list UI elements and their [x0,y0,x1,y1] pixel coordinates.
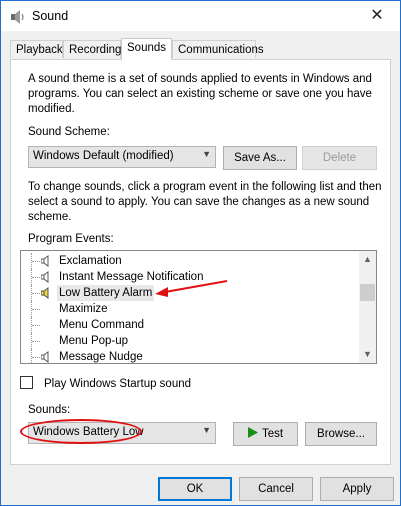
startup-sound-label: Play Windows Startup sound [44,378,192,390]
tree-line [32,309,40,310]
speaker-icon [11,10,24,24]
list-item[interactable]: Menu Pop-up [21,333,361,349]
tab-playback[interactable]: Playback [10,40,63,58]
list-item[interactable]: Message Nudge [21,349,361,363]
intro-text-line-1: A sound theme is a set of sounds applied… [28,73,372,85]
event-label: Menu Pop-up [59,335,129,347]
sounds-select[interactable]: Windows Battery Low ▼ [28,422,216,444]
save-as-button[interactable]: Save As... [223,146,297,170]
scrollbar-thumb[interactable] [360,284,375,301]
test-button-label: Test [261,428,284,440]
tab-recording[interactable]: Recording [63,40,121,58]
scroll-down-icon[interactable]: ▼ [359,346,376,363]
speaker-icon [41,287,49,299]
ok-button[interactable]: OK [158,477,232,501]
list-item[interactable]: Exclamation [21,253,361,269]
play-triangle-icon [247,427,258,438]
tab-communications[interactable]: Communications [172,40,264,58]
instructions-line-1: To change sounds, click a program event … [28,181,382,193]
event-label: Exclamation [59,255,122,267]
speaker-icon [41,351,49,363]
sounds-label: Sounds: [28,404,71,416]
intro-text-line-3: modified. [28,103,75,115]
event-label: Message Nudge [59,351,143,363]
intro-text-line-2: programs. You can select an existing sch… [28,88,372,100]
event-label: Menu Command [59,319,145,331]
sounds-value: Windows Battery Low [33,426,144,438]
sound-dialog: Sound ✕ Playback Recording Sounds Commun… [0,0,401,506]
instructions-line-3: scheme. [28,211,72,223]
startup-sound-checkbox[interactable] [20,376,33,389]
cancel-button[interactable]: Cancel [239,477,313,501]
list-item[interactable]: Maximize [21,301,361,317]
tree-line [32,293,40,294]
window-title: Sound [32,9,69,23]
speaker-icon [41,271,49,283]
tree-line [32,325,40,326]
annotation-arrow [155,280,228,297]
sound-scheme-value: Windows Default (modified) [33,150,174,162]
scroll-up-icon[interactable]: ▲ [359,251,376,268]
sound-scheme-label: Sound Scheme: [28,126,110,138]
tree-line [32,341,40,342]
program-events-scrollbar[interactable]: ▲ ▼ [359,251,376,363]
browse-button[interactable]: Browse... [305,422,377,446]
list-item[interactable]: Menu Command [21,317,361,333]
close-button[interactable]: ✕ [354,1,400,31]
event-label: Low Battery Alarm [57,285,155,301]
tree-line [32,357,40,358]
speaker-icon [41,255,49,267]
apply-button[interactable]: Apply [320,477,394,501]
delete-button[interactable]: Delete [302,146,377,170]
event-label: Maximize [59,303,108,315]
tree-line [32,277,40,278]
program-events-label: Program Events: [28,233,114,245]
test-button[interactable]: Test [233,422,298,446]
chevron-down-icon: ▼ [202,149,211,159]
tab-sounds[interactable]: Sounds [121,38,172,60]
sound-scheme-select[interactable]: Windows Default (modified) ▼ [28,146,216,168]
program-events-list[interactable]: Exclamation Instant Message Notification… [20,250,377,364]
instructions-line-2: select a sound to apply. You can save th… [28,196,370,208]
title-bar: Sound ✕ [1,1,400,31]
chevron-down-icon: ▼ [202,425,211,435]
tree-line [32,261,40,262]
close-icon: ✕ [370,7,384,24]
dialog-footer: OK Cancel Apply [1,466,400,505]
